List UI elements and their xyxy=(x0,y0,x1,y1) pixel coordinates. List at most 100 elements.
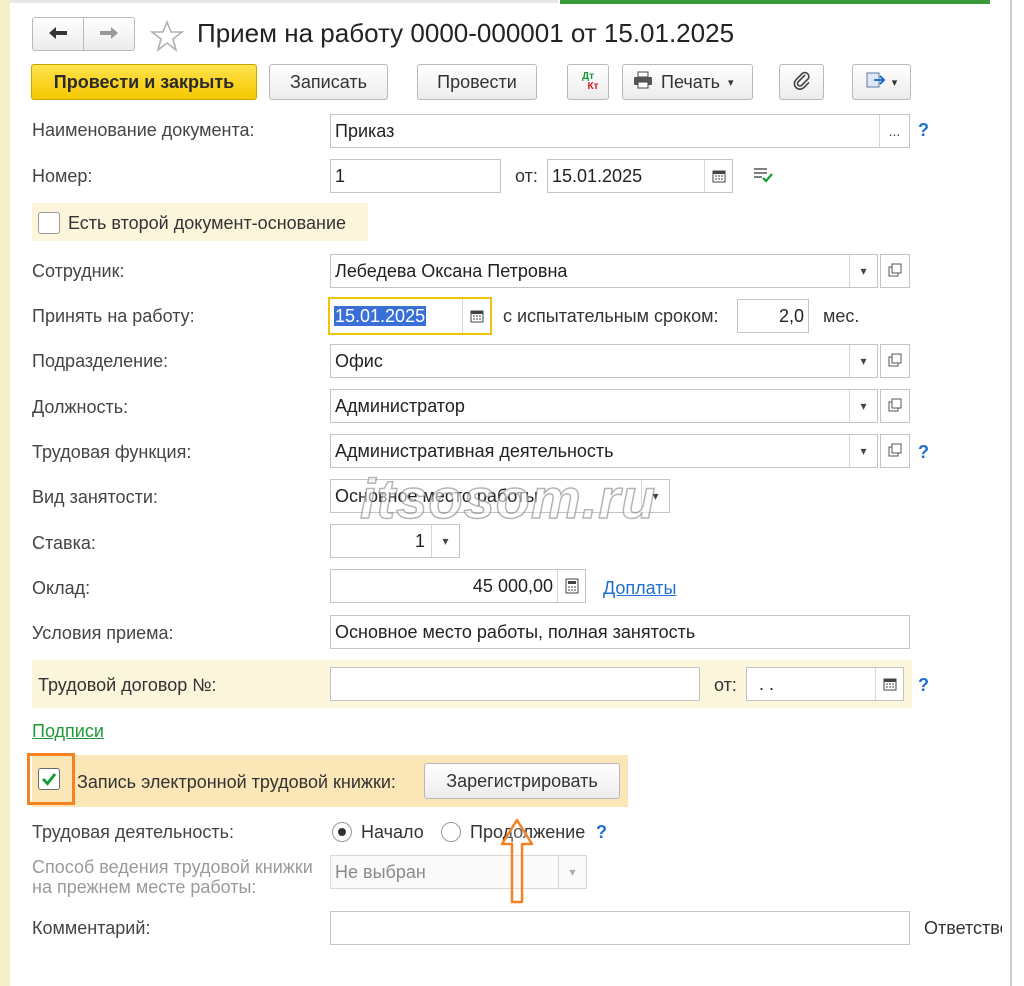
probation-value: 2,0 xyxy=(778,305,804,326)
arrow-right-icon xyxy=(99,24,119,45)
arrow-left-icon xyxy=(48,24,68,45)
labor-function-value: Административная деятельность xyxy=(335,440,614,461)
dept-label: Подразделение: xyxy=(32,351,169,371)
forward-button[interactable] xyxy=(83,17,135,51)
doc-status-icon xyxy=(752,166,774,189)
contract-label: Трудовой договор №: xyxy=(38,675,217,695)
radio-start-label: Начало xyxy=(361,822,424,842)
contract-number-field[interactable] xyxy=(330,667,700,701)
save-button[interactable]: Записать xyxy=(269,64,388,100)
allowances-link[interactable]: Доплаты xyxy=(603,578,676,599)
dept-value: Офис xyxy=(335,350,383,371)
calendar-icon[interactable] xyxy=(875,668,903,700)
position-label: Должность: xyxy=(32,397,129,417)
chevron-down-icon[interactable]: ▾ xyxy=(849,390,877,422)
etk-method-label: Способ ведения трудовой книжки на прежне… xyxy=(32,857,313,897)
help-icon[interactable]: ? xyxy=(918,120,929,141)
etk-method-label-line2: на прежнем месте работы: xyxy=(32,877,257,897)
more-actions-button[interactable]: ▾ xyxy=(852,64,911,100)
export-icon xyxy=(866,71,886,94)
etk-method-label-line1: Способ ведения трудовой книжки xyxy=(32,857,313,877)
calendar-icon[interactable] xyxy=(704,160,732,192)
open-form-icon xyxy=(888,441,902,462)
from-label: от: xyxy=(515,166,538,186)
chevron-down-icon[interactable]: ▾ xyxy=(849,255,877,287)
radio-continue[interactable] xyxy=(441,822,461,842)
conditions-value: Основное место работы, полная занятость xyxy=(335,621,696,642)
labor-function-field[interactable]: Административная деятельность ▾ xyxy=(330,434,878,468)
labor-function-label: Трудовая функция: xyxy=(32,442,192,462)
chevron-down-icon: ▾ xyxy=(727,76,734,89)
back-button[interactable] xyxy=(32,17,84,51)
second-doc-label: Есть второй документ-основание xyxy=(68,213,347,233)
number-label: Номер: xyxy=(32,166,93,186)
etk-label: Запись электронной трудовой книжки: xyxy=(77,772,396,792)
annotation-arrow-icon xyxy=(500,818,534,911)
etk-method-field[interactable]: Не выбран ▾ xyxy=(330,855,587,889)
hire-date-field[interactable]: 15.01.2025 xyxy=(328,297,492,335)
printer-icon xyxy=(633,71,653,94)
etk-checkbox[interactable] xyxy=(38,768,60,790)
star-icon[interactable] xyxy=(149,19,185,57)
open-dept-button[interactable] xyxy=(880,344,910,378)
doc-date-field[interactable]: 15.01.2025 xyxy=(547,159,733,193)
post-button[interactable]: Провести xyxy=(417,64,537,100)
print-button[interactable]: Печать ▾ xyxy=(622,64,753,100)
top-strip-left xyxy=(10,0,558,3)
calculator-icon[interactable] xyxy=(557,570,585,602)
contract-from-label: от: xyxy=(714,675,737,695)
dt-kt-button[interactable]: Дт Кт xyxy=(567,64,609,100)
signatures-link[interactable]: Подписи xyxy=(32,721,104,742)
salary-field[interactable]: 45 000,00 xyxy=(330,569,586,603)
open-labor-function-button[interactable] xyxy=(880,434,910,468)
chevron-down-icon: ▾ xyxy=(891,76,898,89)
chevron-down-icon[interactable]: ▾ xyxy=(849,435,877,467)
top-strip-green xyxy=(560,0,990,4)
employment-type-label: Вид занятости: xyxy=(32,487,158,507)
probation-label: с испытательным сроком: xyxy=(503,306,719,326)
probation-unit: мес. xyxy=(823,306,860,326)
attach-button[interactable] xyxy=(779,64,824,100)
employee-value: Лебедева Оксана Петровна xyxy=(335,260,568,281)
contract-date-field[interactable]: . . xyxy=(746,667,904,701)
doc-name-field[interactable]: Приказ ... xyxy=(330,114,910,148)
doc-date-value: 15.01.2025 xyxy=(552,165,643,186)
responsible-label: Ответстве xyxy=(924,918,1002,938)
print-label: Печать xyxy=(661,71,720,92)
help-icon[interactable]: ? xyxy=(918,675,929,696)
conditions-label: Условия приема: xyxy=(32,623,174,643)
number-value: 1 xyxy=(335,165,346,186)
doc-name-label: Наименование документа: xyxy=(32,120,255,140)
paperclip-icon xyxy=(793,70,811,95)
contract-date-value: . . xyxy=(759,673,775,694)
position-value: Администратор xyxy=(335,395,465,416)
chevron-down-icon[interactable]: ▾ xyxy=(558,856,586,888)
check-icon xyxy=(41,773,57,786)
register-button[interactable]: Зарегистрировать xyxy=(424,763,620,799)
open-form-icon xyxy=(888,261,902,282)
number-field[interactable]: 1 xyxy=(330,159,501,193)
labor-activity-label: Трудовая деятельность: xyxy=(32,822,234,842)
rate-label: Ставка: xyxy=(32,533,96,553)
second-doc-checkbox[interactable] xyxy=(38,212,60,234)
open-employee-button[interactable] xyxy=(880,254,910,288)
calendar-icon[interactable] xyxy=(462,299,490,333)
open-form-icon xyxy=(888,351,902,372)
employee-label: Сотрудник: xyxy=(32,261,125,281)
chevron-down-icon[interactable]: ▾ xyxy=(849,345,877,377)
position-field[interactable]: Администратор ▾ xyxy=(330,389,878,423)
post-and-close-button[interactable]: Провести и закрыть xyxy=(31,64,257,100)
probation-field[interactable]: 2,0 xyxy=(737,299,809,333)
dept-field[interactable]: Офис ▾ xyxy=(330,344,878,378)
radio-start[interactable] xyxy=(332,822,352,842)
help-icon[interactable]: ? xyxy=(918,442,929,463)
employee-field[interactable]: Лебедева Оксана Петровна ▾ xyxy=(330,254,878,288)
open-position-button[interactable] xyxy=(880,389,910,423)
comment-label: Комментарий: xyxy=(32,918,151,938)
conditions-field[interactable]: Основное место работы, полная занятость xyxy=(330,615,910,649)
help-icon[interactable]: ? xyxy=(596,822,607,843)
hire-date-value: 15.01.2025 xyxy=(334,305,427,326)
comment-field[interactable] xyxy=(330,911,910,945)
open-form-icon xyxy=(888,396,902,417)
select-dots-icon[interactable]: ... xyxy=(879,115,909,147)
